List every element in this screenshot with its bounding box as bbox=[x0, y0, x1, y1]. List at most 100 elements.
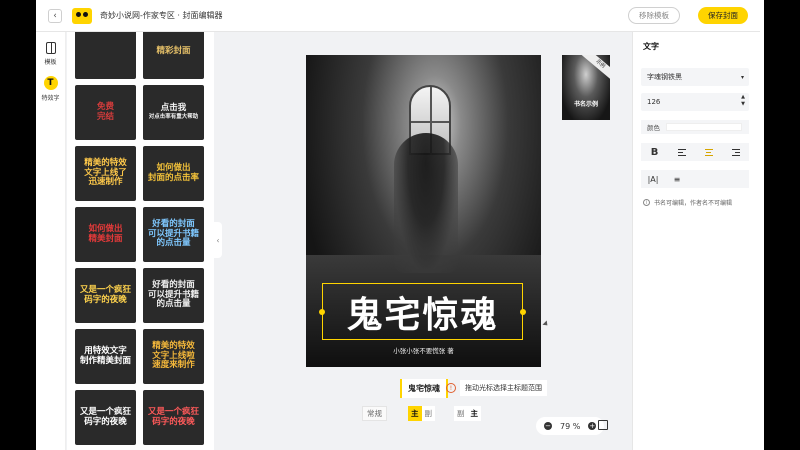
template-tile-line: 码字的夜晚 bbox=[84, 294, 127, 305]
mode-main-sub-button[interactable]: 主副 bbox=[408, 406, 435, 421]
template-tile-text: 又是一个疯狂 码字的夜晚 bbox=[80, 285, 131, 306]
info-icon: i bbox=[643, 199, 650, 206]
template-tile-line: 制作精美封面 bbox=[79, 355, 131, 366]
stepper-arrows-icon[interactable]: ▲ ▼ bbox=[741, 94, 745, 108]
template-tile-text: 精美的特效 文字上线了 迅速制作 bbox=[84, 158, 127, 188]
letter-spacing-icon[interactable]: |A| bbox=[645, 172, 661, 186]
chevron-left-icon: ‹ bbox=[53, 10, 57, 21]
template-tile-line: 迅速制作 bbox=[88, 177, 123, 188]
template-tile-line: 对点击率有重大帮助 bbox=[148, 114, 199, 121]
ghost-illustration bbox=[394, 133, 458, 273]
chevron-down-icon: ▾ bbox=[740, 73, 744, 81]
bold-button[interactable]: B bbox=[647, 145, 663, 159]
template-tile[interactable]: 又是一个疯狂 码字的夜晚 bbox=[75, 268, 136, 323]
edit-note: i 书名可编辑，作者名不可编辑 bbox=[643, 198, 732, 207]
line-spacing-icon[interactable]: ≡ bbox=[669, 172, 685, 186]
chevron-left-icon: ‹ bbox=[216, 235, 220, 245]
template-tile-text: 如何做出 精美封面 bbox=[88, 224, 123, 245]
font-size-value: 126 bbox=[647, 98, 661, 106]
text-properties-panel: 文字 字魂钢铁黑 ▾ 126 ▲ ▼ 颜色 B |A| ≡ i 书名可编辑，作者名… bbox=[632, 32, 764, 450]
mode-sub-label: 副 bbox=[424, 409, 433, 418]
template-tile[interactable] bbox=[75, 32, 136, 79]
collapse-panel-button[interactable]: ‹ bbox=[214, 222, 222, 258]
rail-item-label: 模板 bbox=[44, 59, 57, 66]
template-tile-line: 码字的夜晚 bbox=[152, 416, 195, 427]
template-tile-text: 点击我 对点击率有重大帮助 bbox=[148, 103, 199, 121]
template-tile-text: 如何做出 封面的点击率 bbox=[148, 163, 199, 184]
align-right-button[interactable] bbox=[728, 145, 744, 159]
mode-normal-button[interactable]: 常规 bbox=[362, 406, 387, 421]
align-center-button[interactable] bbox=[701, 145, 717, 159]
window-edge bbox=[760, 0, 764, 450]
panel-title: 文字 bbox=[643, 42, 659, 51]
template-tile[interactable]: 又是一个疯狂 码字的夜晚 bbox=[75, 390, 136, 445]
template-tile[interactable]: 好看的封面 可以提升书籍 的点击量 bbox=[143, 268, 204, 323]
template-tile-line: 的点击量 bbox=[156, 299, 191, 310]
template-tile[interactable]: 又是一个疯狂 码字的夜晚 bbox=[143, 390, 204, 445]
template-tile-text: 用特效文字 制作精美封面 bbox=[79, 346, 131, 367]
mode-sub-label: 副 bbox=[457, 409, 465, 418]
template-grid: 精彩封面 免费 完结 点击我 对点击率有重大帮助 精美的特效 文字上线了 迅速制作 如何做出 封面… bbox=[75, 32, 204, 445]
template-tile-line: 点击我 bbox=[160, 103, 187, 114]
cover-title-selection[interactable]: 鬼宅惊魂 bbox=[319, 283, 526, 340]
hint-tooltip: 拖动光标选择主标题范围 bbox=[460, 380, 547, 396]
zoom-in-icon[interactable]: + bbox=[588, 422, 597, 430]
template-tile[interactable]: 精彩封面 bbox=[143, 32, 204, 79]
remove-template-button[interactable]: 移除模板 bbox=[628, 7, 680, 24]
color-swatch[interactable] bbox=[666, 123, 742, 131]
cover-author: 小张小张不要慌张 著 bbox=[393, 347, 454, 355]
resize-handle-left[interactable] bbox=[319, 309, 325, 315]
template-tile-line: 精美封面 bbox=[88, 233, 123, 244]
rail-item-template[interactable]: 模板 bbox=[36, 32, 65, 66]
zoom-level: 79 % bbox=[560, 421, 581, 431]
cover-canvas[interactable]: 鬼宅惊魂 小张小张不要慌张 著 bbox=[306, 55, 541, 367]
align-left-icon bbox=[677, 148, 686, 156]
info-icon: ! bbox=[446, 383, 456, 393]
template-tile[interactable]: 好看的封面 可以提升书籍 的点击量 bbox=[143, 207, 204, 262]
template-panel: 精彩封面 免费 完结 点击我 对点击率有重大帮助 精美的特效 文字上线了 迅速制作 如何做出 封面… bbox=[67, 32, 214, 450]
font-size-input[interactable]: 126 ▲ ▼ bbox=[641, 93, 749, 111]
mouse-cursor-icon bbox=[542, 320, 550, 328]
edit-note-text: 书名可编辑，作者名不可编辑 bbox=[654, 200, 733, 207]
template-tile[interactable]: 点击我 对点击率有重大帮助 bbox=[143, 85, 204, 140]
zoom-out-icon[interactable]: − bbox=[544, 422, 552, 430]
mode-main-label: 主 bbox=[470, 409, 479, 418]
save-cover-button[interactable]: 保存封面 bbox=[698, 7, 748, 24]
template-tile[interactable]: 免费 完结 bbox=[75, 85, 136, 140]
template-tile[interactable]: 如何做出 封面的点击率 bbox=[143, 146, 204, 201]
cover-preview-thumbnail[interactable]: 示例 书名示例 bbox=[562, 55, 610, 120]
template-tile-text: 又是一个疯狂 码字的夜晚 bbox=[148, 407, 199, 428]
text-icon: T bbox=[43, 76, 58, 90]
template-tile[interactable]: 如何做出 精美封面 bbox=[75, 207, 136, 262]
align-left-button[interactable] bbox=[674, 145, 690, 159]
template-tile-text: 好看的封面 可以提升书籍 的点击量 bbox=[148, 219, 199, 249]
rail-item-effect-text[interactable]: T 特效字 bbox=[36, 66, 65, 102]
back-button[interactable]: ‹ bbox=[48, 8, 62, 23]
fit-screen-icon[interactable] bbox=[598, 420, 608, 430]
mode-sub-main-button[interactable]: 副主 bbox=[454, 406, 481, 421]
align-center-icon bbox=[704, 148, 713, 156]
zoom-control: − 79 % + bbox=[536, 417, 605, 435]
selected-text-pill[interactable]: 鬼宅惊魂 bbox=[400, 379, 448, 398]
color-picker[interactable]: 颜色 bbox=[641, 120, 749, 134]
template-tile-line: 完结 bbox=[96, 111, 114, 122]
brand-logo bbox=[72, 7, 92, 24]
align-right-icon bbox=[731, 148, 740, 156]
font-value: 字魂钢铁黑 bbox=[647, 73, 682, 81]
template-icon bbox=[45, 42, 56, 54]
template-tile-line: 的点击量 bbox=[156, 238, 191, 249]
template-tile[interactable]: 用特效文字 制作精美封面 bbox=[75, 329, 136, 384]
template-tile[interactable]: 精美的特效 文字上线啦 速度来制作 bbox=[143, 329, 204, 384]
rail-item-label: 特效字 bbox=[41, 95, 60, 102]
editor-app: ‹ 奇妙小说网-作家专区 · 封面编辑器 移除模板 保存封面 模板 T 特效字 … bbox=[36, 0, 764, 450]
thumbnail-title: 书名示例 bbox=[573, 101, 598, 108]
mode-main-label: 主 bbox=[408, 406, 422, 421]
cover-title[interactable]: 鬼宅惊魂 bbox=[346, 286, 498, 338]
template-tile[interactable]: 精美的特效 文字上线了 迅速制作 bbox=[75, 146, 136, 201]
template-tile-text: 精彩封面 bbox=[156, 46, 190, 57]
font-select[interactable]: 字魂钢铁黑 ▾ bbox=[641, 68, 749, 86]
example-ribbon: 示例 bbox=[580, 55, 610, 83]
resize-handle-right[interactable] bbox=[520, 309, 526, 315]
page-title: 奇妙小说网-作家专区 · 封面编辑器 bbox=[100, 11, 223, 20]
left-rail: 模板 T 特效字 bbox=[36, 32, 66, 450]
